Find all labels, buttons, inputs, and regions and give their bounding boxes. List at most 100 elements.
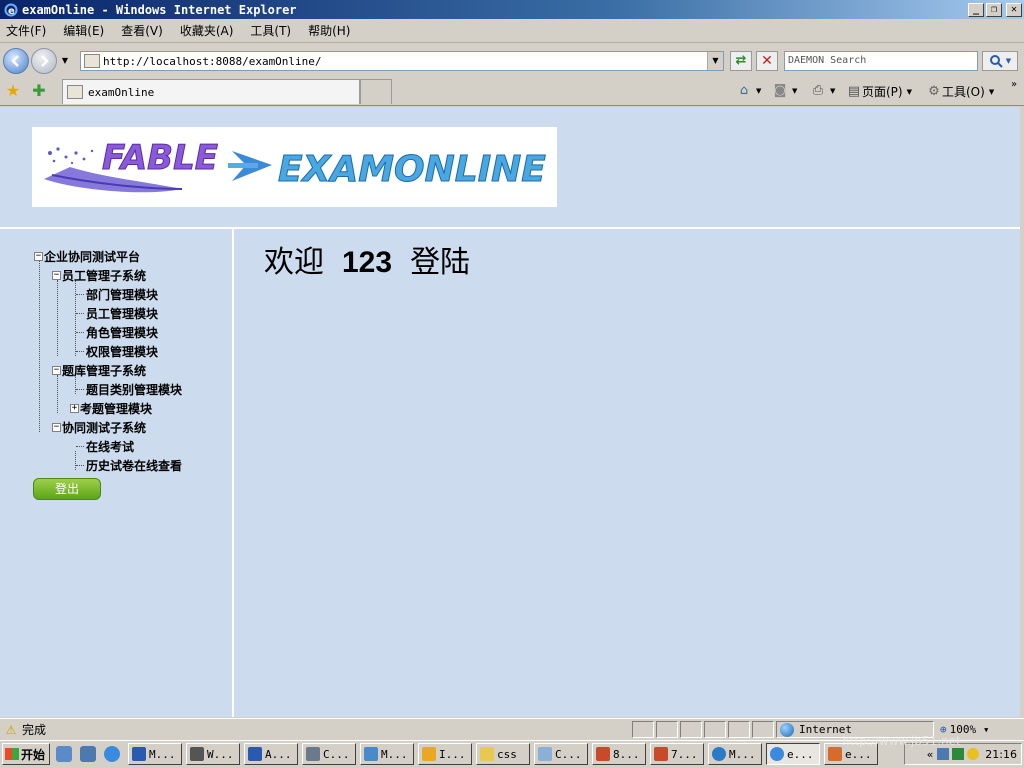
feeds-button[interactable]: ◙ ▼: [772, 83, 798, 99]
collapse-icon[interactable]: −: [52, 423, 61, 432]
forward-button[interactable]: [31, 47, 57, 74]
tree-item-department[interactable]: 部门管理模块: [76, 285, 158, 304]
collapse-icon[interactable]: −: [52, 366, 61, 375]
task-button[interactable]: 8...: [592, 743, 646, 765]
app-icon: [596, 747, 610, 761]
chevron-more-icon[interactable]: »: [1011, 79, 1017, 90]
header-divider: [0, 227, 1020, 229]
collapse-icon[interactable]: −: [52, 271, 61, 280]
app-icon: [712, 747, 726, 761]
tree-item-role[interactable]: 角色管理模块: [76, 323, 158, 342]
tree-item-label: 题目类别管理模块: [86, 383, 183, 397]
task-button[interactable]: C...: [302, 743, 356, 765]
search-button[interactable]: ▼: [982, 51, 1018, 71]
rss-icon: ◙: [773, 83, 787, 98]
ie-logo-icon: e: [3, 2, 19, 18]
add-favorite-icon[interactable]: ✚: [30, 81, 48, 100]
task-button[interactable]: A...: [244, 743, 298, 765]
app-icon: [190, 747, 204, 761]
tab-label: examOnline: [88, 85, 155, 99]
tray-expand-icon[interactable]: «: [927, 748, 934, 761]
page-menu-button[interactable]: ▤ 页面(P) ▼: [846, 83, 912, 100]
logout-button[interactable]: 登出: [33, 478, 101, 500]
tree-item-question-category[interactable]: 题目类别管理模块: [76, 380, 182, 399]
logo-examonline-text: EXAMONLINE: [278, 149, 546, 190]
menu-favorites[interactable]: 收藏夹(A): [180, 22, 234, 39]
task-button[interactable]: M...: [360, 743, 414, 765]
tab-page-icon: [67, 85, 83, 99]
home-icon: ⌂: [739, 83, 749, 98]
tray-app-icon[interactable]: [952, 748, 965, 760]
close-button[interactable]: ✕: [1006, 2, 1022, 17]
collapse-icon[interactable]: −: [34, 252, 43, 261]
menu-edit[interactable]: 编辑(E): [63, 22, 104, 39]
task-button[interactable]: 7...: [650, 743, 704, 765]
tree-root[interactable]: − 企业协同测试平台: [34, 247, 140, 266]
tree-item-online-exam[interactable]: 在线考试: [76, 437, 134, 456]
tree-group-collab-test[interactable]: − 协同测试子系统: [52, 418, 146, 437]
maximize-button[interactable]: ❐: [986, 2, 1002, 17]
task-button[interactable]: M...: [708, 743, 762, 765]
url-text[interactable]: http://localhost:8088/examOnline/: [103, 55, 707, 68]
minimize-button[interactable]: _: [968, 2, 984, 17]
tree-group-label: 协同测试子系统: [62, 421, 147, 435]
menu-tools[interactable]: 工具(T): [250, 22, 291, 39]
tab-examonline[interactable]: examOnline: [62, 79, 360, 104]
back-button[interactable]: [3, 47, 29, 74]
tree-group-label: 题库管理子系统: [62, 364, 147, 378]
tree-item-permission[interactable]: 权限管理模块: [76, 342, 158, 361]
menu-view[interactable]: 查看(V): [121, 22, 163, 39]
network-icon[interactable]: [937, 748, 950, 760]
task-button[interactable]: css: [476, 743, 530, 765]
quicklaunch-icon[interactable]: [56, 746, 72, 762]
stop-button[interactable]: ✕: [756, 51, 778, 71]
tree-group-employee[interactable]: − 员工管理子系统: [52, 266, 146, 285]
window-title-bar[interactable]: e examOnline - Windows Internet Explorer…: [0, 0, 1024, 19]
home-button[interactable]: ⌂ ▼: [736, 83, 762, 99]
tree-item-question-manage[interactable]: + 考题管理模块: [70, 399, 152, 418]
status-text: 完成: [22, 722, 47, 737]
task-button-active[interactable]: e...: [766, 743, 820, 765]
page-icon: [84, 54, 100, 68]
task-button[interactable]: C...: [534, 743, 588, 765]
address-field[interactable]: http://localhost:8088/examOnline/ ▼: [80, 51, 724, 71]
tools-menu-button[interactable]: ⚙ 工具(O) ▼: [926, 83, 994, 100]
menu-file[interactable]: 文件(F): [6, 22, 46, 39]
new-tab-button[interactable]: [360, 79, 392, 104]
history-dropdown-icon[interactable]: ▼: [60, 56, 70, 65]
menu-help[interactable]: 帮助(H): [308, 22, 350, 39]
tree-item-employee[interactable]: 员工管理模块: [76, 304, 158, 323]
address-toolbar: ▼ http://localhost:8088/examOnline/ ▼ ⇄ …: [0, 44, 1024, 77]
task-button[interactable]: I...: [418, 743, 472, 765]
tree-group-question-bank[interactable]: − 题库管理子系统: [52, 361, 146, 380]
tree-item-label: 权限管理模块: [86, 345, 159, 359]
clock[interactable]: 21:16: [985, 748, 1017, 761]
print-button[interactable]: ⎙ ▼: [810, 83, 836, 99]
favorites-star-icon[interactable]: ★: [4, 81, 22, 100]
app-icon: [538, 747, 552, 761]
tree-connector: [57, 375, 58, 413]
start-button[interactable]: 开始: [2, 743, 50, 765]
quicklaunch-icon[interactable]: [80, 746, 96, 762]
tree-item-label: 员工管理模块: [86, 307, 159, 321]
status-pane: [656, 721, 678, 738]
zoom-dropdown-icon[interactable]: ▼: [984, 726, 988, 734]
expand-icon[interactable]: +: [70, 404, 79, 413]
task-button[interactable]: M...: [128, 743, 182, 765]
app-icon: [248, 747, 262, 761]
warning-icon: ⚠: [5, 722, 17, 737]
site-logo: FABLE EXAMONLINE: [32, 127, 557, 207]
tree-connector: [39, 261, 40, 432]
refresh-button[interactable]: ⇄: [730, 51, 752, 71]
ie-quicklaunch-icon[interactable]: [104, 746, 120, 762]
tree-item-history-papers[interactable]: 历史试卷在线查看: [76, 456, 182, 475]
tree-connector: [57, 280, 58, 356]
tray-app-icon[interactable]: [967, 748, 980, 760]
gear-icon: ⚙: [928, 83, 940, 99]
app-icon: [306, 747, 320, 761]
ie-icon: [770, 747, 784, 761]
url-dropdown-icon[interactable]: ▼: [707, 52, 723, 70]
search-input[interactable]: DAEMON Search: [784, 51, 978, 71]
task-button[interactable]: W...: [186, 743, 240, 765]
sidebar-divider: [232, 229, 234, 717]
